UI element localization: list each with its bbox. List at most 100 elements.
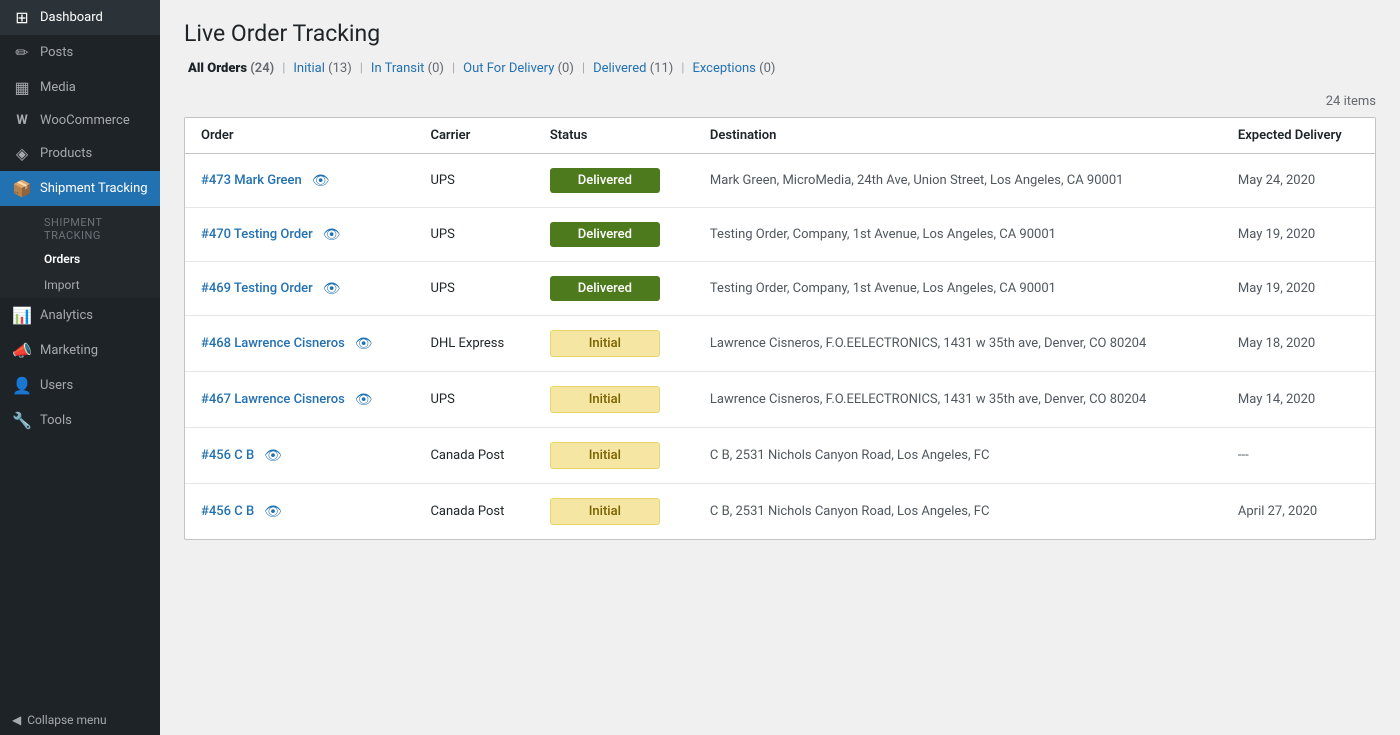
sidebar-item-users[interactable]: 👤 Users xyxy=(0,368,160,403)
view-order-icon-4[interactable]: 👁 xyxy=(355,392,373,408)
delivery-date-0: May 24, 2020 xyxy=(1238,173,1315,188)
destination-text-5: C B, 2531 Nichols Canyon Road, Los Angel… xyxy=(710,448,990,463)
users-icon: 👤 xyxy=(12,376,32,395)
delivery-date-3: May 18, 2020 xyxy=(1238,336,1315,351)
filter-sep-1: | xyxy=(282,61,285,76)
delivery-date-cell-5: --- xyxy=(1222,428,1375,484)
sidebar-item-woocommerce[interactable]: W WooCommerce xyxy=(0,105,160,136)
delivery-date-4: May 14, 2020 xyxy=(1238,392,1315,407)
sidebar-item-posts[interactable]: ✏ Posts xyxy=(0,35,160,70)
order-link-4[interactable]: #467 Lawrence Cisneros xyxy=(201,392,345,407)
sidebar-sub-import[interactable]: Import xyxy=(32,272,160,298)
order-link-0[interactable]: #473 Mark Green xyxy=(201,173,302,188)
destination-cell-1: Testing Order, Company, 1st Avenue, Los … xyxy=(694,208,1222,262)
status-cell-3: Initial xyxy=(534,316,694,372)
status-cell-5: Initial xyxy=(534,428,694,484)
view-order-icon-5[interactable]: 👁 xyxy=(264,448,282,464)
sidebar: ⊞ Dashboard ✏ Posts ▦ Media W WooCommerc… xyxy=(0,0,160,735)
sidebar-item-shipment-tracking[interactable]: 📦 Shipment Tracking xyxy=(0,171,160,206)
sidebar-item-tools[interactable]: 🔧 Tools xyxy=(0,403,160,438)
table-header-row: Order Carrier Status Destination Expecte… xyxy=(185,118,1375,154)
col-order: Order xyxy=(185,118,414,154)
status-cell-0: Delivered xyxy=(534,154,694,208)
filter-tab-exceptions[interactable]: Exceptions (0) xyxy=(688,59,779,78)
sidebar-label-media: Media xyxy=(40,80,76,95)
filter-tab-in-transit[interactable]: In Transit (0) xyxy=(367,59,448,78)
delivery-date-6: April 27, 2020 xyxy=(1238,504,1317,519)
carrier-cell-0: UPS xyxy=(414,154,533,208)
items-count: 24 items xyxy=(184,94,1376,109)
status-cell-1: Delivered xyxy=(534,208,694,262)
order-link-5[interactable]: #456 C B xyxy=(201,448,254,463)
table-row: #467 Lawrence Cisneros 👁 UPS Initial Law… xyxy=(185,372,1375,428)
table-row: #468 Lawrence Cisneros 👁 DHL Express Ini… xyxy=(185,316,1375,372)
status-badge-1: Delivered xyxy=(550,222,660,247)
filter-tab-initial[interactable]: Initial (13) xyxy=(289,59,355,78)
status-badge-3: Initial xyxy=(550,330,660,357)
status-cell-2: Delivered xyxy=(534,262,694,316)
filter-sep-5: | xyxy=(681,61,684,76)
col-expected-delivery: Expected Delivery xyxy=(1222,118,1375,154)
collapse-menu-button[interactable]: ◀ Collapse menu xyxy=(0,705,160,735)
filter-tab-delivered[interactable]: Delivered (11) xyxy=(589,59,677,78)
order-cell-2: #469 Testing Order 👁 xyxy=(185,262,414,316)
table-row: #456 C B 👁 Canada Post Initial C B, 2531… xyxy=(185,484,1375,540)
sidebar-item-dashboard[interactable]: ⊞ Dashboard xyxy=(0,0,160,35)
view-order-icon-1[interactable]: 👁 xyxy=(323,227,341,243)
delivery-date-5: --- xyxy=(1238,448,1249,463)
order-link-3[interactable]: #468 Lawrence Cisneros xyxy=(201,336,345,351)
sidebar-label-marketing: Marketing xyxy=(40,343,98,358)
sidebar-label-tools: Tools xyxy=(40,413,72,428)
carrier-cell-3: DHL Express xyxy=(414,316,533,372)
status-badge-2: Delivered xyxy=(550,276,660,301)
order-cell-6: #456 C B 👁 xyxy=(185,484,414,540)
carrier-cell-5: Canada Post xyxy=(414,428,533,484)
media-icon: ▦ xyxy=(12,78,32,97)
collapse-label: Collapse menu xyxy=(27,713,106,727)
view-order-icon-6[interactable]: 👁 xyxy=(264,504,282,520)
destination-text-1: Testing Order, Company, 1st Avenue, Los … xyxy=(710,227,1056,242)
status-badge-4: Initial xyxy=(550,386,660,413)
sidebar-sub-menu: Shipment Tracking Orders Import xyxy=(0,206,160,298)
order-cell-0: #473 Mark Green 👁 xyxy=(185,154,414,208)
col-carrier: Carrier xyxy=(414,118,533,154)
destination-cell-4: Lawrence Cisneros, F.O.EELECTRONICS, 143… xyxy=(694,372,1222,428)
sidebar-label-users: Users xyxy=(40,378,73,393)
collapse-icon: ◀ xyxy=(12,713,21,727)
order-link-2[interactable]: #469 Testing Order xyxy=(201,281,313,296)
table-body: #473 Mark Green 👁 UPS Delivered Mark Gre… xyxy=(185,154,1375,540)
sidebar-label-woocommerce: WooCommerce xyxy=(40,113,130,128)
sidebar-item-products[interactable]: ◈ Products xyxy=(0,136,160,171)
filter-sep-4: | xyxy=(582,61,585,76)
order-cell-5: #456 C B 👁 xyxy=(185,428,414,484)
carrier-cell-1: UPS xyxy=(414,208,533,262)
view-order-icon-0[interactable]: 👁 xyxy=(312,173,330,189)
order-link-6[interactable]: #456 C B xyxy=(201,504,254,519)
order-cell-3: #468 Lawrence Cisneros 👁 xyxy=(185,316,414,372)
sidebar-item-analytics[interactable]: 📊 Analytics xyxy=(0,298,160,333)
delivery-date-cell-1: May 19, 2020 xyxy=(1222,208,1375,262)
sidebar-item-media[interactable]: ▦ Media xyxy=(0,70,160,105)
status-badge-0: Delivered xyxy=(550,168,660,193)
destination-cell-3: Lawrence Cisneros, F.O.EELECTRONICS, 143… xyxy=(694,316,1222,372)
dashboard-icon: ⊞ xyxy=(12,8,32,27)
sidebar-item-marketing[interactable]: 📣 Marketing xyxy=(0,333,160,368)
view-order-icon-3[interactable]: 👁 xyxy=(355,336,373,352)
marketing-icon: 📣 xyxy=(12,341,32,360)
view-order-icon-2[interactable]: 👁 xyxy=(323,281,341,297)
tools-icon: 🔧 xyxy=(12,411,32,430)
filter-tabs: All Orders (24) | Initial (13) | In Tran… xyxy=(184,59,1376,78)
order-cell-4: #467 Lawrence Cisneros 👁 xyxy=(185,372,414,428)
sidebar-sub-orders[interactable]: Orders xyxy=(32,246,160,272)
destination-text-4: Lawrence Cisneros, F.O.EELECTRONICS, 143… xyxy=(710,392,1146,407)
filter-tab-out-for-delivery[interactable]: Out For Delivery (0) xyxy=(459,59,578,78)
woocommerce-icon: W xyxy=(12,113,32,128)
destination-cell-2: Testing Order, Company, 1st Avenue, Los … xyxy=(694,262,1222,316)
filter-tab-all-orders[interactable]: All Orders (24) xyxy=(184,59,278,78)
order-link-1[interactable]: #470 Testing Order xyxy=(201,227,313,242)
orders-table-wrap: Order Carrier Status Destination Expecte… xyxy=(184,117,1376,540)
delivery-date-cell-3: May 18, 2020 xyxy=(1222,316,1375,372)
page-title: Live Order Tracking xyxy=(184,20,1376,47)
sidebar-label-dashboard: Dashboard xyxy=(40,10,103,25)
delivery-date-cell-6: April 27, 2020 xyxy=(1222,484,1375,540)
